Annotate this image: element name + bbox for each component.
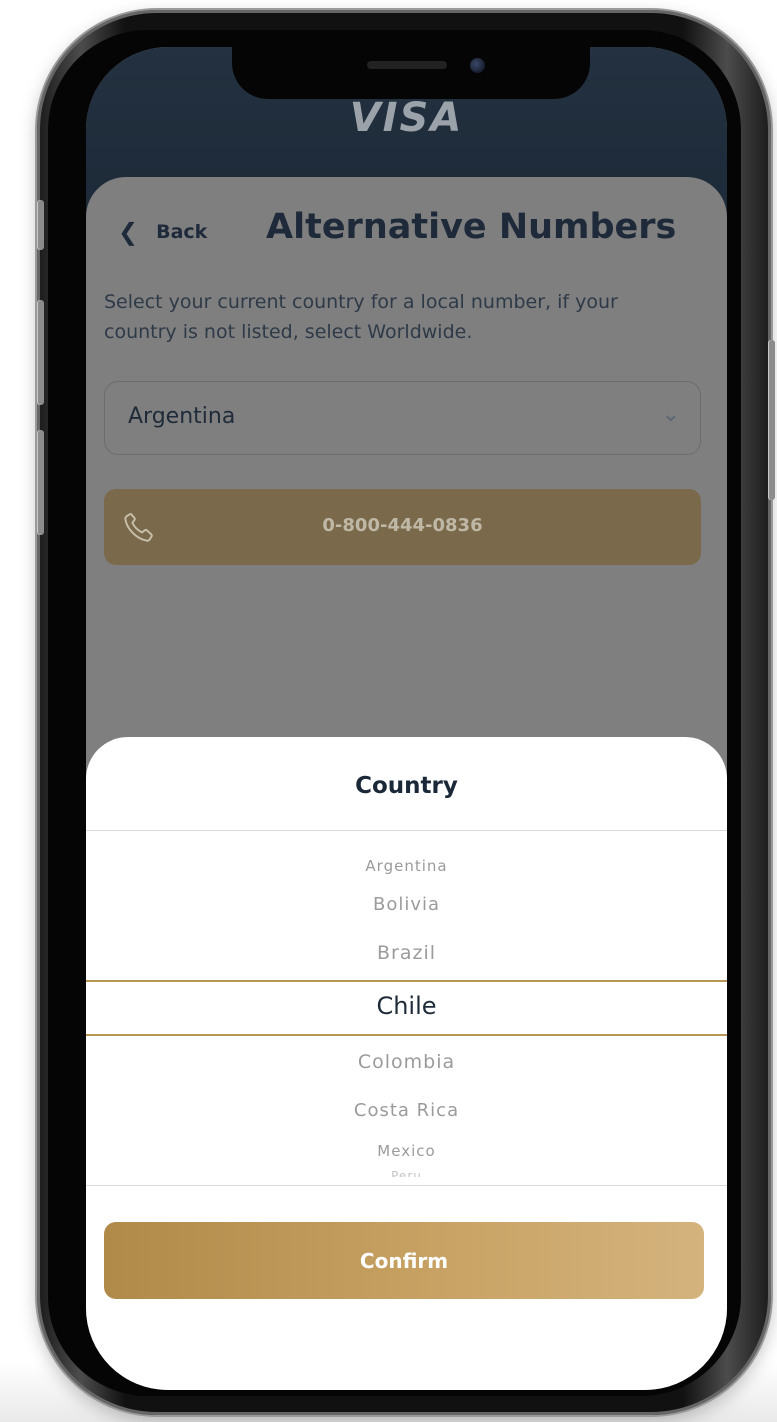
power-button [768, 340, 775, 500]
page-title: Alternative Numbers [266, 207, 677, 247]
selection-top-line [86, 980, 727, 982]
volume-down-button [37, 430, 44, 535]
picker-option-peru[interactable]: Peru [86, 1169, 727, 1177]
confirm-button[interactable]: Confirm [104, 1222, 704, 1299]
picker-option-chile-selected[interactable]: Chile [86, 992, 727, 1020]
call-number-button[interactable]: 0-800-444-0836 [104, 489, 701, 565]
silent-switch [37, 200, 44, 250]
country-picker-sheet: Country Argentina Bolivia Brazil Chile C… [86, 737, 727, 1390]
back-label: Back [156, 221, 208, 243]
picker-title: Country [355, 773, 458, 799]
country-select-value: Argentina [128, 404, 236, 429]
selection-bottom-line [86, 1034, 727, 1036]
phone-number: 0-800-444-0836 [322, 515, 483, 536]
picker-option-bolivia[interactable]: Bolivia [86, 894, 727, 915]
picker-option-brazil[interactable]: Brazil [86, 942, 727, 964]
picker-bottom-divider [86, 1185, 727, 1186]
camera [470, 58, 485, 73]
speaker [367, 61, 447, 69]
chevron-down-icon: ⌄ [661, 402, 680, 427]
phone-screen: VISA ❮ Back Alternative Numbers Select y… [86, 47, 727, 1390]
chevron-left-icon: ❮ [118, 218, 139, 246]
visa-logo: VISA [349, 95, 464, 141]
notch [232, 47, 590, 99]
picker-option-argentina[interactable]: Argentina [86, 857, 727, 875]
picker-top-divider [86, 830, 727, 831]
picker-option-costa-rica[interactable]: Costa Rica [86, 1100, 727, 1121]
country-select[interactable]: Argentina ⌄ [104, 381, 701, 455]
instructions-text: Select your current country for a local … [104, 291, 618, 343]
back-button[interactable]: ❮ Back [118, 218, 207, 246]
volume-up-button [37, 300, 44, 405]
picker-option-mexico[interactable]: Mexico [86, 1142, 727, 1160]
picker-option-colombia[interactable]: Colombia [86, 1051, 727, 1073]
